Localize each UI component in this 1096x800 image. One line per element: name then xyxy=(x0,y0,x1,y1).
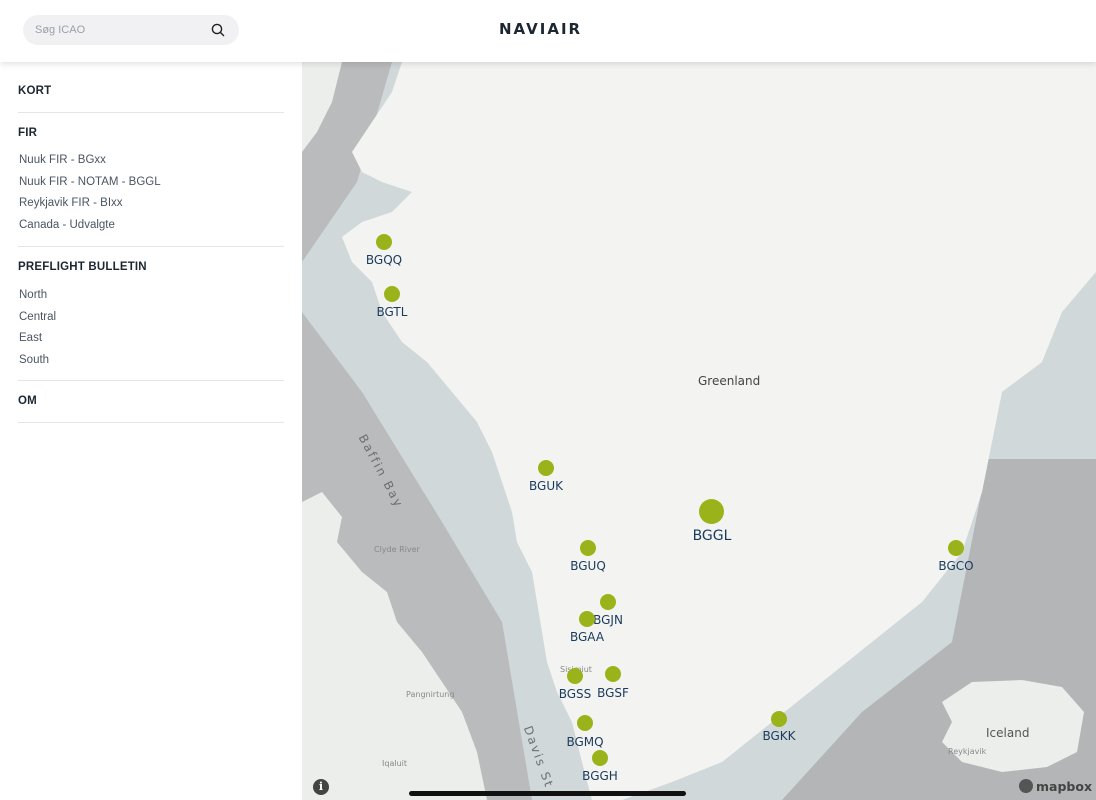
sidebar-item-reykjavik-fir[interactable]: Reykjavik FIR - BIxx xyxy=(19,197,123,209)
divider xyxy=(18,112,284,113)
airport-label-bguq[interactable]: BGUQ xyxy=(558,559,618,573)
mapbox-text: mapbox xyxy=(1036,779,1093,794)
search-icon[interactable] xyxy=(210,22,226,38)
airport-marker-bgco[interactable] xyxy=(948,540,964,556)
airport-marker-bgtl[interactable] xyxy=(384,286,400,302)
airport-label-bgsf[interactable]: BGSF xyxy=(583,686,643,700)
map-info-button[interactable]: i xyxy=(313,779,329,795)
map-label-clyde-river: Clyde River xyxy=(374,545,420,554)
naviair-logo: NAVIAIR xyxy=(499,20,583,38)
divider xyxy=(18,246,284,247)
sidebar-section-preflight: PREFLIGHT BULLETIN North Central East So… xyxy=(18,261,284,371)
sidebar-item-central[interactable]: Central xyxy=(19,311,56,323)
airport-label-bgqq[interactable]: BGQQ xyxy=(354,253,414,267)
map-label-iceland: Iceland xyxy=(986,726,1030,740)
map-label-greenland: Greenland xyxy=(698,374,761,388)
section-title-fir: FIR xyxy=(18,127,38,139)
airport-label-bgaa[interactable]: BGAA xyxy=(557,630,617,644)
map-canvas[interactable]: Greenland Baffin Bay Davis St Iceland Cl… xyxy=(302,62,1096,800)
airport-marker-bgqq[interactable] xyxy=(376,234,392,250)
sidebar-item-east[interactable]: East xyxy=(19,332,42,344)
sidebar-section-fir: FIR Nuuk FIR - BGxx Nuuk FIR - NOTAM - B… xyxy=(18,127,284,237)
section-title-om[interactable]: OM xyxy=(18,395,284,407)
airport-marker-bguq[interactable] xyxy=(580,540,596,556)
map-label-iqaluit: Iqaluit xyxy=(382,759,407,768)
sidebar-item-nuuk-notam[interactable]: Nuuk FIR - NOTAM - BGGL xyxy=(19,176,161,188)
section-title-kort[interactable]: KORT xyxy=(18,85,284,97)
sidebar-item-nuuk-fir[interactable]: Nuuk FIR - BGxx xyxy=(19,154,106,166)
airport-label-bggl[interactable]: BGGL xyxy=(682,528,742,544)
airport-marker-bggl[interactable] xyxy=(699,499,724,524)
airport-marker-bgmq[interactable] xyxy=(577,715,593,731)
airport-label-bguk[interactable]: BGUK xyxy=(516,479,576,493)
section-title-preflight: PREFLIGHT BULLETIN xyxy=(18,261,147,273)
sidebar-item-north[interactable]: North xyxy=(19,289,47,301)
airport-marker-bgjn[interactable] xyxy=(600,594,616,610)
airport-label-bgtl[interactable]: BGTL xyxy=(362,305,422,319)
airport-marker-bggh[interactable] xyxy=(592,750,608,766)
airport-label-bggh[interactable]: BGGH xyxy=(570,769,630,783)
airport-label-bgco[interactable]: BGCO xyxy=(926,559,986,573)
sidebar-section-kort[interactable]: KORT xyxy=(18,85,284,97)
airport-marker-bguk[interactable] xyxy=(538,460,554,476)
sidebar-section-om[interactable]: OM xyxy=(18,395,284,407)
airport-marker-bgaa[interactable] xyxy=(579,611,595,627)
sidebar-item-south[interactable]: South xyxy=(19,354,49,366)
top-bar: NAVIAIR xyxy=(0,0,1096,62)
home-indicator[interactable] xyxy=(409,791,686,796)
sidebar: KORT FIR Nuuk FIR - BGxx Nuuk FIR - NOTA… xyxy=(0,62,302,800)
airport-label-bgkk[interactable]: BGKK xyxy=(749,729,809,743)
map-label-reykjavik: Reykjavik xyxy=(948,747,987,756)
airport-marker-bgss[interactable] xyxy=(567,668,583,684)
mapbox-attribution[interactable]: mapbox xyxy=(1019,779,1092,797)
map-label-pangnirtung: Pangnirtung xyxy=(406,690,455,699)
divider xyxy=(18,380,284,381)
airport-label-bgmq[interactable]: BGMQ xyxy=(555,735,615,749)
airport-marker-bgkk[interactable] xyxy=(771,711,787,727)
mapbox-logo-icon xyxy=(1019,779,1033,793)
divider xyxy=(18,422,284,423)
airport-marker-bgsf[interactable] xyxy=(605,666,621,682)
sidebar-item-canada[interactable]: Canada - Udvalgte xyxy=(19,219,115,231)
search-input[interactable] xyxy=(35,21,205,39)
search-box[interactable] xyxy=(23,15,239,45)
